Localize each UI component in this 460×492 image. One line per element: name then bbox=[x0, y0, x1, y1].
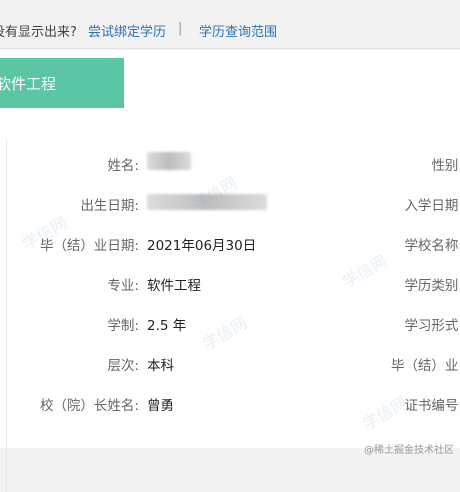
name-label: 姓名: bbox=[107, 158, 139, 174]
degree-query-scope-link[interactable]: 学历查询范围 bbox=[199, 21, 277, 40]
graduation-status-label: 毕（结）业: bbox=[390, 358, 460, 374]
study-form-label: 学习形式: bbox=[404, 318, 460, 334]
degree-info-table: 姓名: 性别: 出生日期: 入学日期: 毕（结）业日期: 2021年06月30日… bbox=[6, 140, 460, 492]
separator: | bbox=[178, 21, 183, 36]
birthdate-label: 出生日期: bbox=[80, 198, 139, 214]
row-birthdate: 出生日期: 入学日期: bbox=[7, 194, 460, 214]
enroll-date-label: 入学日期: bbox=[404, 198, 460, 214]
graduation-date-label: 毕（结）业日期: bbox=[39, 238, 139, 254]
tab-major-label: 软件工程 bbox=[0, 74, 57, 93]
tab-major[interactable]: 软件工程 bbox=[0, 58, 124, 108]
degree-card: 软件工程 姓名: 性别: 出生日期: 入学日期: 毕（结）业日期: 2021年0… bbox=[0, 50, 460, 492]
major-value: 软件工程 bbox=[147, 278, 201, 294]
duration-value: 2.5 年 bbox=[147, 318, 187, 334]
row-president: 校（院）长姓名: 曾勇 证书编号: bbox=[7, 394, 460, 414]
top-notice-bar: 没有显示出来? 尝试绑定学历 | 学历查询范围 bbox=[0, 0, 460, 49]
row-duration: 学制: 2.5 年 学习形式: bbox=[7, 314, 460, 334]
birthdate-redacted bbox=[147, 194, 267, 210]
not-shown-question: 没有显示出来? bbox=[0, 25, 77, 40]
certificate-number-label: 证书编号: bbox=[404, 398, 460, 414]
gender-label: 性别: bbox=[431, 158, 460, 174]
name-redacted bbox=[147, 152, 191, 170]
duration-label: 学制: bbox=[107, 318, 139, 334]
row-graduation-date: 毕（结）业日期: 2021年06月30日 学校名称: bbox=[7, 234, 460, 254]
row-name: 姓名: 性别: bbox=[7, 152, 460, 174]
graduation-date-value: 2021年06月30日 bbox=[147, 238, 257, 254]
level-value: 本科 bbox=[147, 358, 174, 374]
major-label: 专业: bbox=[107, 278, 139, 294]
row-major: 专业: 软件工程 学历类别: bbox=[7, 274, 460, 294]
source-credit: @稀土掘金技术社区 bbox=[364, 445, 454, 456]
president-label: 校（院）长姓名: bbox=[39, 398, 139, 414]
degree-type-label: 学历类别: bbox=[404, 278, 460, 294]
level-label: 层次: bbox=[107, 358, 139, 374]
row-level: 层次: 本科 毕（结）业: bbox=[7, 354, 460, 374]
president-value: 曾勇 bbox=[147, 398, 174, 414]
school-name-label: 学校名称: bbox=[404, 238, 460, 254]
try-bind-degree-link[interactable]: 尝试绑定学历 bbox=[88, 21, 166, 40]
